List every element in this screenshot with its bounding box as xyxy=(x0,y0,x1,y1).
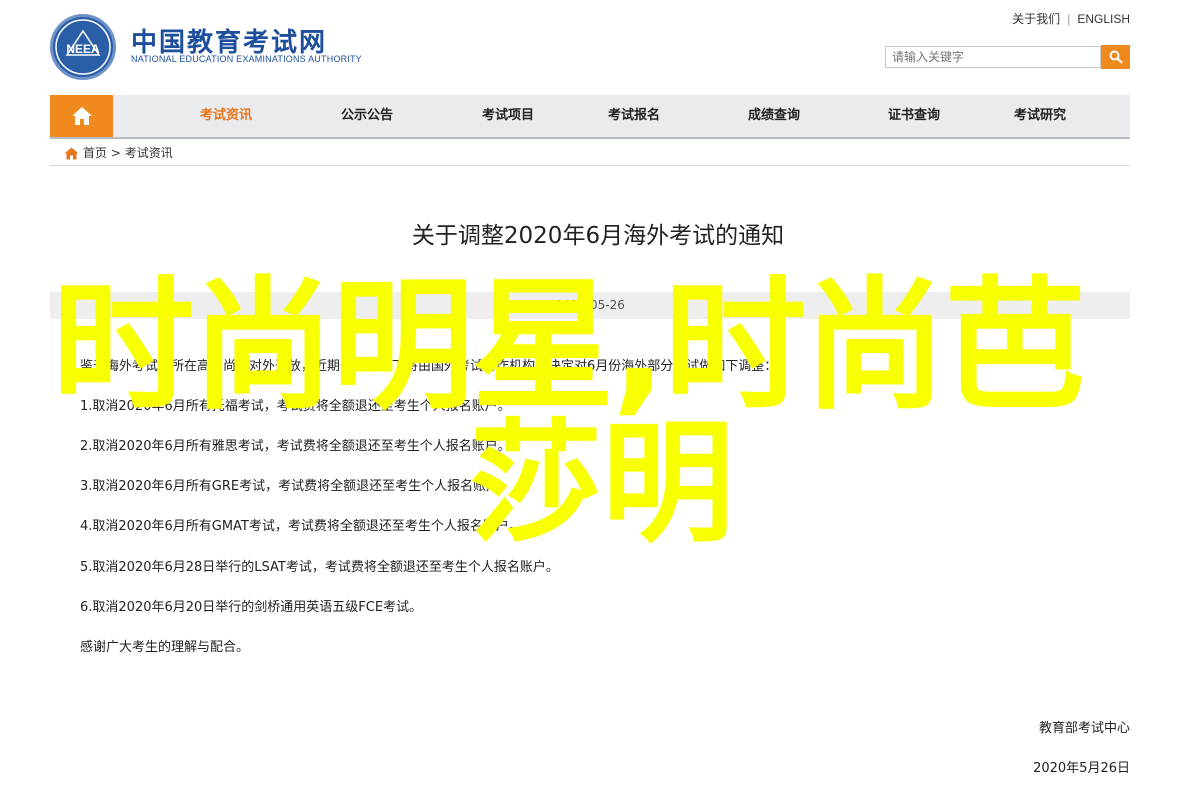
breadcrumb-current[interactable]: 考试资讯 xyxy=(125,146,173,160)
about-link[interactable]: 关于我们 xyxy=(1012,12,1060,26)
article-item-4: 4.取消2020年6月所有GMAT考试，考试费将全额退还至考生个人报名账户。 xyxy=(80,519,522,534)
nav-item-certificate-query[interactable]: 证书查询 xyxy=(888,95,940,137)
neea-logo[interactable]: NEEA xyxy=(50,14,116,80)
nav-home-button[interactable] xyxy=(50,95,113,137)
breadcrumb-separator: > xyxy=(110,146,121,160)
search-input[interactable] xyxy=(885,46,1101,68)
article-item-3: 3.取消2020年6月所有GRE考试，考试费将全额退还至考生个人报名账户。 xyxy=(80,479,513,494)
nav-item-exam-news[interactable]: 考试资讯 xyxy=(200,95,252,137)
english-link[interactable]: ENGLISH xyxy=(1077,12,1130,26)
nav-item-score-query[interactable]: 成绩查询 xyxy=(748,95,800,137)
main-nav: 考试资讯 公示公告 考试项目 考试报名 成绩查询 证书查询 考试研究 xyxy=(50,95,1130,139)
logo-emblem-icon: NEEA xyxy=(55,19,111,75)
breadcrumb-home-icon xyxy=(64,147,79,160)
overlay-text-line2: 莎明 xyxy=(470,407,734,561)
article-item-2: 2.取消2020年6月所有雅思考试，考试费将全额退还至考生个人报名账户。 xyxy=(80,439,511,454)
top-links-divider: | xyxy=(1067,12,1071,26)
breadcrumb-home-link[interactable]: 首页 xyxy=(83,146,107,160)
nav-item-exam-projects[interactable]: 考试项目 xyxy=(482,95,534,137)
article-signature: 教育部考试中心 xyxy=(1038,721,1130,736)
breadcrumb: 首页 > 考试资讯 xyxy=(50,139,1130,166)
article-sign-date: 2020年5月26日 xyxy=(1033,761,1130,776)
search-icon xyxy=(1109,50,1123,64)
article-title: 关于调整2020年6月海外考试的通知 xyxy=(411,223,785,249)
top-links: 关于我们 | ENGLISH xyxy=(1012,10,1130,27)
site-title-en: NATIONAL EDUCATION EXAMINATIONS AUTHORIT… xyxy=(131,54,362,64)
nav-item-registration[interactable]: 考试报名 xyxy=(608,95,660,137)
search-button[interactable] xyxy=(1101,45,1130,69)
article-thanks: 感谢广大考生的理解与配合。 xyxy=(80,640,250,655)
article-item-6: 6.取消2020年6月20日举行的剑桥通用英语五级FCE考试。 xyxy=(80,600,423,615)
overlay-text-line1: 时尚明星,时尚芭 xyxy=(52,264,1086,429)
nav-item-exam-research[interactable]: 考试研究 xyxy=(1014,95,1066,137)
svg-text:NEEA: NEEA xyxy=(66,42,100,56)
home-icon xyxy=(71,107,92,125)
nav-item-announcements[interactable]: 公示公告 xyxy=(341,95,393,137)
